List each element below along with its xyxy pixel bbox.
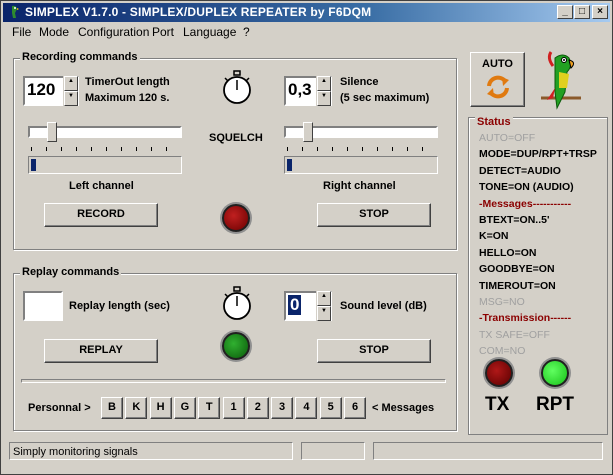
status-line: HELLO=ON — [479, 246, 537, 259]
status-line: -Messages----------- — [479, 197, 572, 210]
record-button[interactable]: RECORD — [44, 203, 158, 227]
status-line: TX SAFE=OFF — [479, 328, 550, 341]
message-key-4[interactable]: 4 — [295, 397, 318, 419]
message-key-g[interactable]: G — [173, 397, 196, 419]
auto-button[interactable]: AUTO — [470, 52, 525, 107]
auto-button-label: AUTO — [482, 58, 513, 70]
sound-spin-buttons: ▲ ▼ — [316, 291, 331, 321]
parrot-logo — [541, 51, 581, 110]
messages-label: < Messages — [372, 402, 435, 414]
timeout-up-button[interactable]: ▲ — [64, 76, 78, 91]
replay-length-label: Replay length (sec) — [69, 300, 170, 312]
sound-up-button[interactable]: ▲ — [317, 291, 331, 306]
status-line: -Transmission------ — [479, 312, 572, 325]
window-title: SIMPLEX V1.7.0 - SIMPLEX/DUPLEX REPEATER… — [25, 5, 372, 19]
status-title: Status — [475, 116, 513, 128]
replay-led-indicator — [222, 332, 250, 360]
minimize-button[interactable]: _ — [557, 5, 573, 19]
message-key-h[interactable]: H — [149, 397, 172, 419]
title-bar[interactable]: SIMPLEX V1.7.0 - SIMPLEX/DUPLEX REPEATER… — [3, 3, 610, 22]
message-key-k[interactable]: K — [125, 397, 148, 419]
right-channel-label: Right channel — [323, 180, 396, 192]
left-channel-meter — [28, 156, 182, 174]
status-line: GOODBYE=ON — [479, 263, 555, 276]
status-line: DETECT=AUDIO — [479, 164, 561, 177]
left-channel-label: Left channel — [69, 180, 134, 192]
left-channel-level — [31, 159, 36, 171]
timeout-label: TimerOut length — [85, 76, 170, 88]
right-squelch-slider-thumb[interactable] — [302, 122, 313, 142]
stopwatch-icon — [223, 70, 251, 104]
replay-group-label: Replay commands — [20, 266, 122, 278]
silence-value: 0,3 — [288, 80, 312, 99]
status-line: TIMEROUT=ON — [479, 279, 556, 292]
replay-length-input[interactable] — [23, 291, 63, 321]
message-key-5[interactable]: 5 — [319, 397, 342, 419]
main-window: SIMPLEX V1.7.0 - SIMPLEX/DUPLEX REPEATER… — [0, 0, 613, 475]
left-squelch-slider-thumb[interactable] — [46, 122, 57, 142]
replay-stop-button[interactable]: STOP — [317, 339, 431, 363]
sound-level-value: 0 — [288, 295, 302, 315]
record-led-indicator — [222, 204, 250, 232]
statusbar-panel-3 — [373, 442, 603, 460]
silence-up-button[interactable]: ▲ — [317, 76, 331, 91]
statusbar-message: Simply monitoring signals — [9, 442, 293, 460]
silence-max-label: (5 sec maximum) — [340, 92, 430, 104]
status-line: K=ON — [479, 230, 509, 243]
status-line: TONE=ON (AUDIO) — [479, 181, 574, 194]
message-key-2[interactable]: 2 — [246, 397, 269, 419]
left-slider-ticks — [31, 147, 181, 151]
replay-progress-bar — [21, 379, 446, 383]
timeout-max-label: Maximum 120 s. — [85, 92, 170, 104]
rpt-led-indicator — [541, 359, 569, 387]
silence-down-button[interactable]: ▼ — [317, 91, 331, 106]
parrot-app-icon — [12, 5, 19, 18]
menu-port[interactable]: Port — [152, 25, 174, 39]
recording-group-label: Recording commands — [20, 51, 140, 63]
rpt-label: RPT — [536, 394, 574, 415]
message-key-3[interactable]: 3 — [271, 397, 294, 419]
timeout-down-button[interactable]: ▼ — [64, 91, 78, 106]
maximize-button[interactable]: □ — [574, 5, 590, 19]
sound-down-button[interactable]: ▼ — [317, 306, 331, 321]
squelch-label: SQUELCH — [209, 132, 263, 144]
status-line: AUTO=OFF — [479, 132, 536, 144]
message-key-t[interactable]: T — [198, 397, 221, 419]
personnal-label: Personnal > — [28, 402, 91, 414]
status-line: MSG=NO — [479, 296, 525, 308]
tx-label: TX — [485, 394, 510, 415]
status-line: COM=NO — [479, 345, 526, 358]
menu-language[interactable]: Language — [183, 25, 236, 39]
tx-led-indicator — [485, 359, 513, 387]
silence-spin-buttons: ▲ ▼ — [316, 76, 331, 106]
timeout-value: 120 — [27, 80, 56, 99]
menu-bar: File Mode Configuration Port Language ? — [3, 23, 610, 41]
menu-mode[interactable]: Mode — [39, 25, 69, 39]
right-channel-level — [287, 159, 292, 171]
status-panel: Status AUTO=OFF MODE=DUP/RPT+TRSP DETECT=A… — [468, 116, 608, 435]
refresh-icon — [487, 75, 509, 99]
replay-button[interactable]: REPLAY — [44, 339, 158, 363]
status-line: MODE=DUP/RPT+TRSP — [479, 148, 597, 161]
message-key-1[interactable]: 1 — [222, 397, 245, 419]
sound-level-label: Sound level (dB) — [340, 300, 427, 312]
right-slider-ticks — [287, 147, 437, 151]
message-key-b[interactable]: B — [101, 397, 123, 419]
menu-help[interactable]: ? — [243, 25, 250, 39]
right-channel-meter — [284, 156, 438, 174]
statusbar-panel-2 — [301, 442, 365, 460]
replay-stopwatch-icon — [223, 286, 251, 320]
silence-label: Silence — [340, 76, 379, 88]
status-line: BTEXT=ON..5' — [479, 214, 550, 226]
menu-file[interactable]: File — [12, 25, 31, 39]
menu-configuration[interactable]: Configuration — [78, 25, 149, 39]
close-button[interactable]: × — [592, 5, 608, 19]
record-stop-button[interactable]: STOP — [317, 203, 431, 227]
message-key-6[interactable]: 6 — [344, 397, 366, 419]
timeout-spin-buttons: ▲ ▼ — [63, 76, 78, 106]
